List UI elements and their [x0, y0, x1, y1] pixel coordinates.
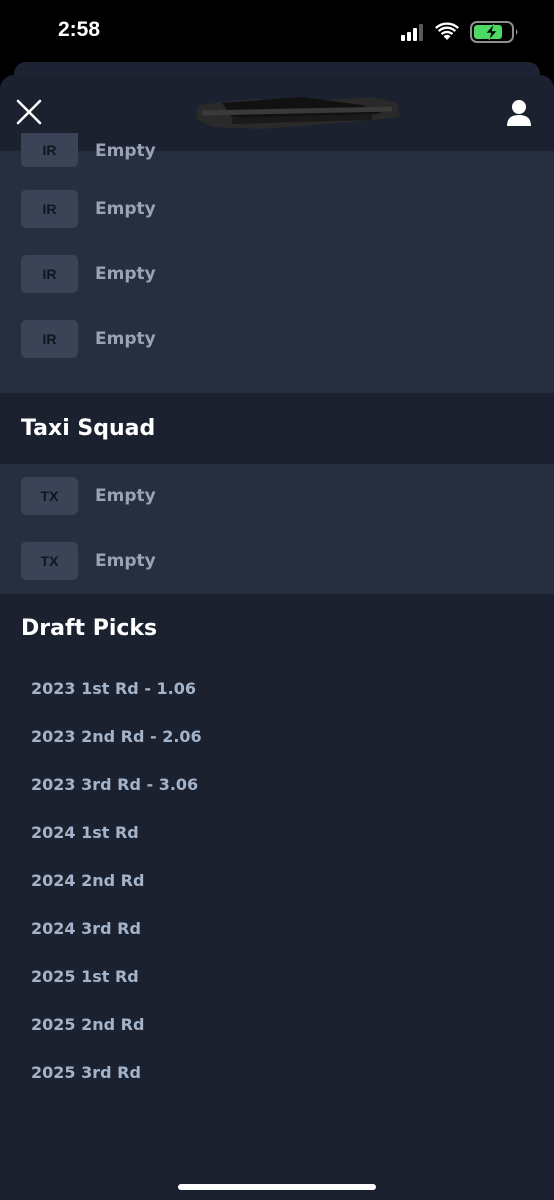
draft-pick-item[interactable]: 2024 2nd Rd — [0, 857, 554, 905]
ir-badge: IR — [21, 133, 78, 167]
status-bar: 2:58 — [0, 0, 554, 62]
roster-row-tx[interactable]: TX Empty — [0, 464, 554, 529]
ir-badge: IR — [21, 320, 78, 358]
slot-label: Empty — [95, 199, 156, 219]
roster-modal: IR Empty IR Empty IR Empty IR Empty Taxi… — [0, 75, 554, 1200]
status-icons — [390, 20, 520, 44]
signal-icon — [401, 24, 423, 41]
draft-pick-item[interactable]: 2024 1st Rd — [0, 809, 554, 857]
close-icon[interactable] — [12, 95, 46, 129]
ir-section: IR Empty IR Empty IR Empty IR Empty — [0, 133, 554, 393]
roster-row-ir[interactable]: IR Empty — [0, 179, 554, 244]
draft-pick-item[interactable]: 2025 1st Rd — [0, 953, 554, 1001]
home-indicator[interactable] — [178, 1184, 376, 1190]
slot-label: Empty — [95, 551, 156, 571]
ir-badge: IR — [21, 190, 78, 228]
redacted-team-name — [196, 97, 400, 129]
taxi-squad-heading: Taxi Squad — [21, 416, 156, 441]
roster-row-tx[interactable]: TX Empty — [0, 529, 554, 594]
battery-charging-icon — [470, 21, 518, 43]
tx-badge: TX — [21, 542, 78, 580]
draft-pick-item[interactable]: 2023 3rd Rd - 3.06 — [0, 761, 554, 809]
user-icon[interactable] — [506, 99, 532, 127]
draft-picks-list: 2023 1st Rd - 1.06 2023 2nd Rd - 2.06 20… — [0, 665, 554, 1097]
ir-badge: IR — [21, 255, 78, 293]
draft-pick-item[interactable]: 2024 3rd Rd — [0, 905, 554, 953]
draft-pick-item[interactable]: 2023 1st Rd - 1.06 — [0, 665, 554, 713]
roster-row-ir[interactable]: IR Empty — [0, 133, 554, 181]
draft-pick-item[interactable]: 2025 3rd Rd — [0, 1049, 554, 1097]
slot-label: Empty — [95, 486, 156, 506]
draft-picks-heading: Draft Picks — [21, 616, 158, 641]
draft-pick-item[interactable]: 2023 2nd Rd - 2.06 — [0, 713, 554, 761]
wifi-icon — [435, 22, 459, 40]
roster-row-ir[interactable]: IR Empty — [0, 244, 554, 309]
tx-badge: TX — [21, 477, 78, 515]
taxi-squad-section: TX Empty TX Empty — [0, 464, 554, 594]
slot-label: Empty — [95, 141, 156, 161]
slot-label: Empty — [95, 329, 156, 349]
draft-pick-item[interactable]: 2025 2nd Rd — [0, 1001, 554, 1049]
roster-row-ir[interactable]: IR Empty — [0, 309, 554, 374]
slot-label: Empty — [95, 264, 156, 284]
status-time: 2:58 — [58, 18, 101, 41]
